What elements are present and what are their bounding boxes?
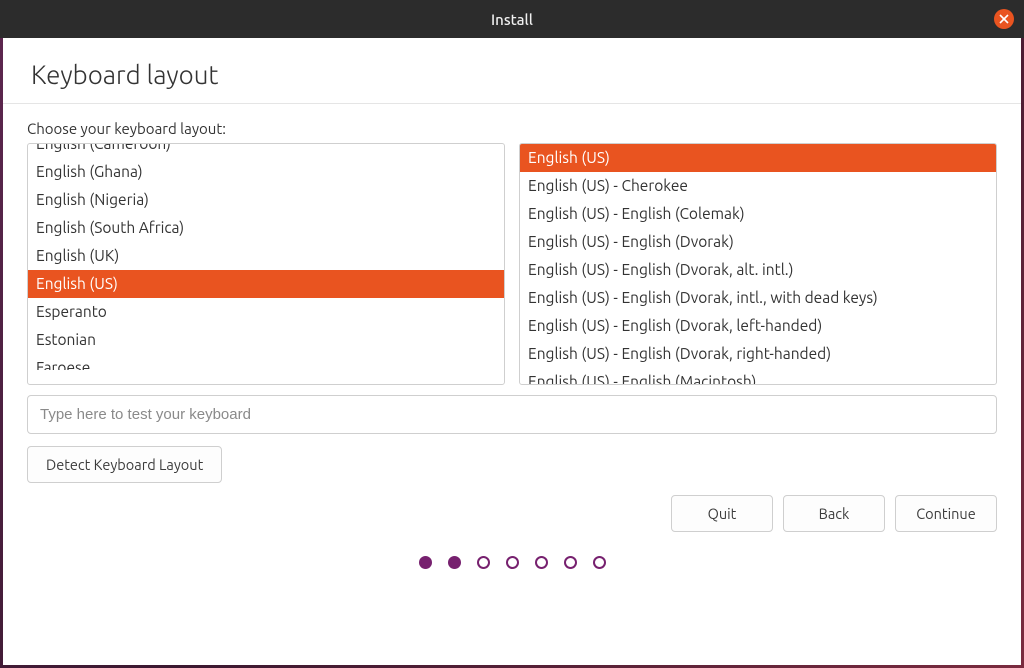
detect-keyboard-button[interactable]: Detect Keyboard Layout [27, 446, 222, 483]
variant-item[interactable]: English (US) - English (Macintosh) [520, 368, 996, 384]
variant-item[interactable]: English (US) - English (Dvorak, right-ha… [520, 340, 996, 368]
variant-item[interactable]: English (US) [520, 144, 996, 172]
variant-item[interactable]: English (US) - English (Dvorak, alt. int… [520, 256, 996, 284]
layout-item[interactable]: Esperanto [28, 298, 504, 326]
layout-item[interactable]: English (Cameroon) [28, 143, 504, 158]
window-title: Install [491, 11, 533, 28]
layout-item[interactable]: English (US) [28, 270, 504, 298]
progress-dot [535, 556, 548, 569]
continue-button[interactable]: Continue [895, 495, 997, 532]
variant-item[interactable]: English (US) - Cherokee [520, 172, 996, 200]
choose-label: Choose your keyboard layout: [27, 120, 997, 137]
layout-item[interactable]: English (South Africa) [28, 214, 504, 242]
page-title: Keyboard layout [31, 60, 993, 89]
progress-dot [593, 556, 606, 569]
window-body: Keyboard layout Choose your keyboard lay… [3, 38, 1021, 665]
content: Choose your keyboard layout: English (Ca… [3, 104, 1021, 665]
keyboard-test-input[interactable] [27, 395, 997, 434]
nav-buttons: Quit Back Continue [27, 491, 997, 538]
progress-dot [564, 556, 577, 569]
variant-listbox[interactable]: English (US)English (US) - CherokeeEngli… [519, 143, 997, 385]
variant-item[interactable]: English (US) - English (Colemak) [520, 200, 996, 228]
progress-indicator [27, 538, 997, 591]
variant-item[interactable]: English (US) - English (Dvorak, intl., w… [520, 284, 996, 312]
layout-item[interactable]: English (Nigeria) [28, 186, 504, 214]
variant-item[interactable]: English (US) - English (Dvorak) [520, 228, 996, 256]
progress-dot [477, 556, 490, 569]
header: Keyboard layout [3, 38, 1021, 104]
progress-dot [448, 556, 461, 569]
layout-listbox[interactable]: English (Cameroon)English (Ghana)English… [27, 143, 505, 385]
back-button[interactable]: Back [783, 495, 885, 532]
titlebar: Install [0, 0, 1024, 38]
variant-item[interactable]: English (US) - English (Dvorak, left-han… [520, 312, 996, 340]
quit-button[interactable]: Quit [671, 495, 773, 532]
layout-item[interactable]: English (UK) [28, 242, 504, 270]
layout-lists: English (Cameroon)English (Ghana)English… [27, 143, 997, 385]
layout-item[interactable]: Faroese [28, 354, 504, 370]
progress-dot [506, 556, 519, 569]
close-icon [999, 14, 1009, 24]
layout-item[interactable]: Estonian [28, 326, 504, 354]
close-button[interactable] [994, 9, 1014, 29]
layout-item[interactable]: English (Ghana) [28, 158, 504, 186]
progress-dot [419, 556, 432, 569]
